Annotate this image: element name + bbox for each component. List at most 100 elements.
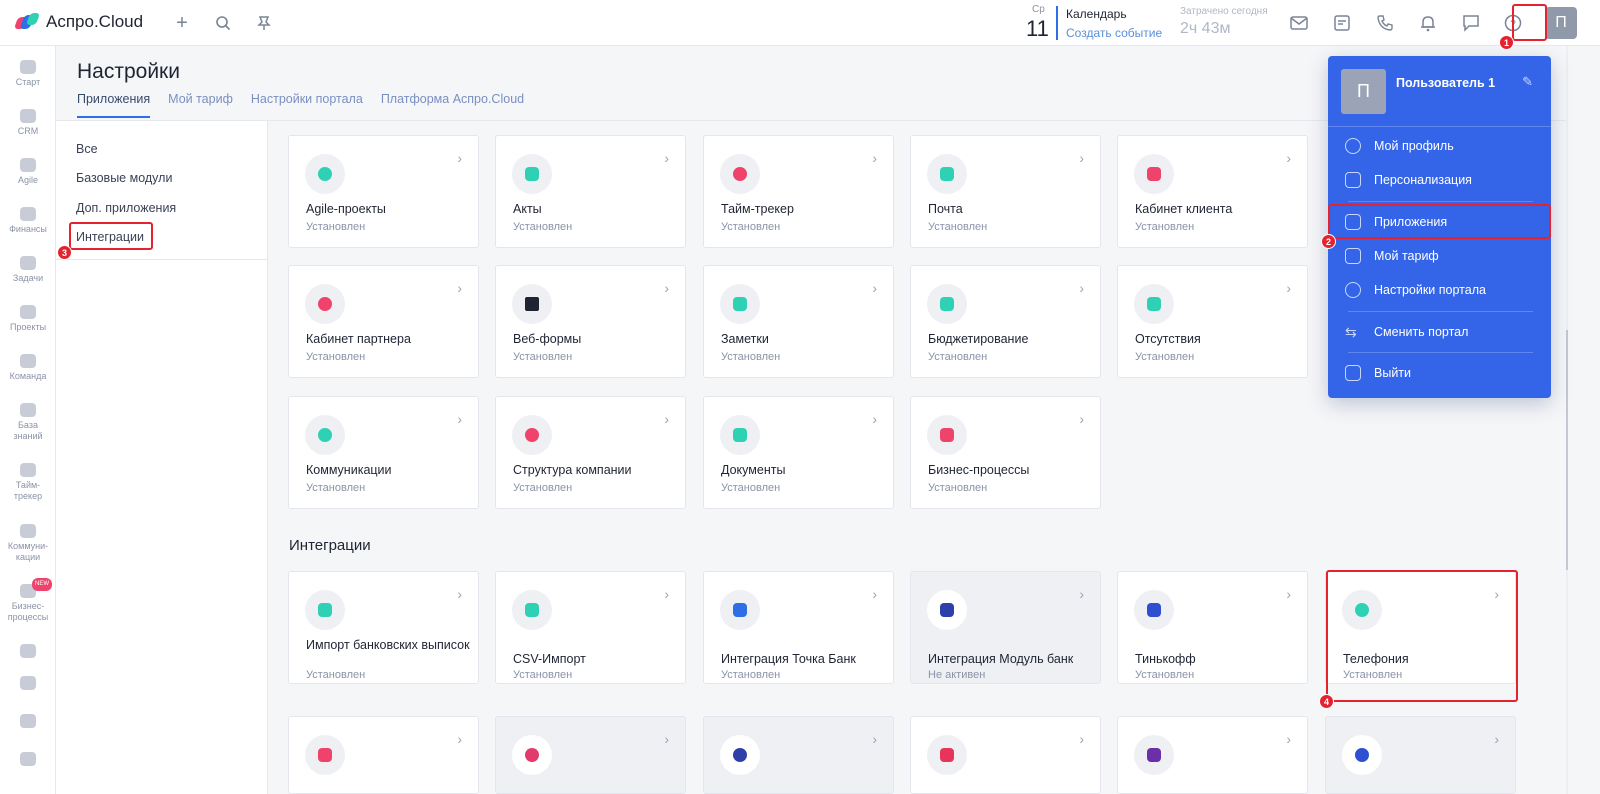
mail-app-icon [927,154,967,194]
integration-card-partial-5[interactable]: › [1117,716,1308,794]
menu-item-logout[interactable]: Выйти [1328,358,1551,388]
tab-platform[interactable]: Платформа Аспро.Cloud [381,92,524,118]
app-name: Документы [721,463,786,477]
business-processes-app-icon [927,415,967,455]
nav-extra-3[interactable] [0,752,56,769]
app-card-agile[interactable]: › Agile-проекты Установлен [288,135,479,248]
menu-item-label: Персонализация [1374,173,1472,187]
integration-card-partial-3[interactable]: › [703,716,894,794]
integration-card-modul-bank[interactable]: › Интеграция Модуль банк Не активен [910,571,1101,684]
menu-item-profile[interactable]: Мой профиль [1328,131,1551,161]
integration-name: Телефония [1343,652,1409,666]
app-card-absences[interactable]: › Отсутствия Установлен [1117,265,1308,378]
tab-portal-settings[interactable]: Настройки портала [251,92,363,118]
chevron-right-icon: › [457,411,462,427]
nav-extra-1[interactable] [0,644,56,661]
menu-item-label: Мой профиль [1374,139,1454,153]
app-card-acts[interactable]: › Акты Установлен [495,135,686,248]
app-card-client-cabinet[interactable]: › Кабинет клиента Установлен [1117,135,1308,248]
app-card-communications[interactable]: › Коммуникации Установлен [288,396,479,509]
nav-extra-2[interactable] [0,676,56,693]
app-name: Кабинет партнера [306,332,411,346]
menu-item-personalization[interactable]: Персонализация [1328,165,1551,195]
app-card-time-tracker[interactable]: › Тайм-трекер Установлен [703,135,894,248]
app-status: Установлен [513,482,573,494]
filter-base-modules[interactable]: Базовые модули [76,171,172,185]
integration-card-partial-2[interactable]: › [495,716,686,794]
filter-extra-apps[interactable]: Доп. приложения [76,201,176,215]
search-icon[interactable] [212,12,234,34]
calendar-weekday: Ср [1032,4,1045,15]
chevron-right-icon: › [872,411,877,427]
pin-icon[interactable] [253,12,275,34]
app-card-documents[interactable]: › Документы Установлен [703,396,894,509]
nav-finance[interactable]: Финансы [0,207,56,235]
notes-app-icon [720,284,760,324]
chevron-right-icon: › [664,731,669,747]
logo-icon [13,13,41,31]
app-logo[interactable]: Аспро.Cloud [13,12,144,32]
chat-icon[interactable] [1460,12,1482,34]
app-status: Установлен [721,221,781,233]
nav-team[interactable]: Команда [0,354,56,382]
app-name: Почта [928,202,963,216]
filter-all[interactable]: Все [76,142,98,156]
communications-icon [20,524,36,538]
menu-item-switch-portal[interactable]: ⇆ Сменить портал [1328,317,1551,347]
integration-card-partial-4[interactable]: › [910,716,1101,794]
menu-item-portal-settings[interactable]: Настройки портала [1328,275,1551,305]
menu-item-label: Настройки портала [1374,283,1486,297]
menu-item-tariff[interactable]: Мой тариф [1328,241,1551,271]
phone-icon[interactable] [1374,12,1396,34]
nav-knowledge-base[interactable]: База знаний [0,403,56,442]
chevron-right-icon: › [1494,586,1499,602]
tab-apps[interactable]: Приложения [77,92,151,118]
nav-settings[interactable] [0,714,56,731]
mail-icon[interactable] [1288,12,1310,34]
plus-icon[interactable]: + [171,12,193,34]
menu-item-apps[interactable]: Приложения [1328,207,1551,237]
nav-projects[interactable]: Проекты [0,305,56,333]
nav-crm[interactable]: CRM [0,109,56,137]
integration-card-bank-import[interactable]: › Импорт банковских выписок Установлен [288,571,479,684]
integration-card-csv-import[interactable]: › CSV-Импорт Установлен [495,571,686,684]
app-card-business-processes[interactable]: › Бизнес-процессы Установлен [910,396,1101,509]
app-card-partner-cabinet[interactable]: › Кабинет партнера Установлен [288,265,479,378]
app-card-budgeting[interactable]: › Бюджетирование Установлен [910,265,1101,378]
app-card-mail[interactable]: › Почта Установлен [910,135,1101,248]
app-status: Установлен [306,482,366,494]
nav-time-tracker[interactable]: Тайм-трекер [0,463,56,502]
app-card-web-forms[interactable]: › Веб-формы Установлен [495,265,686,378]
integration-status: Не активен [928,669,986,681]
nav-agile[interactable]: Agile [0,158,56,186]
scrollbar-thumb[interactable] [1566,330,1568,570]
user-avatar-button[interactable]: П [1545,7,1577,39]
chevron-right-icon: › [457,150,462,166]
edit-icon[interactable]: ✎ [1522,74,1533,90]
integration-card-tinkoff[interactable]: › Тинькофф Установлен [1117,571,1308,684]
menu-user-name: Пользователь 1 [1396,76,1496,90]
integration-card-partial-1[interactable]: › [288,716,479,794]
nav-tasks[interactable]: Задачи [0,256,56,284]
filter-integrations[interactable]: Интеграции [76,230,144,244]
nav-business-processes[interactable]: NEW Бизнес-процессы [0,578,56,623]
integration-card-telephony[interactable]: › Телефония Установлен [1325,571,1516,684]
app-card-company-structure[interactable]: › Структура компании Установлен [495,396,686,509]
chevron-right-icon: › [872,280,877,296]
help-icon[interactable]: ? [1502,12,1524,34]
integration-card-tochka-bank[interactable]: › Интеграция Точка Банк Установлен [703,571,894,684]
logo-text: Аспро.Cloud [46,12,144,31]
integration-status: Установлен [721,669,781,681]
nav-communications[interactable]: Коммуни-кации [0,524,56,563]
menu-item-label: Сменить портал [1374,325,1469,339]
integration-status: Установлен [306,669,366,681]
time-spent-label: Затрачено сегодня [1180,6,1268,17]
notes-icon[interactable] [1331,12,1353,34]
nav-start[interactable]: Старт [0,60,56,88]
communications-app-icon [305,415,345,455]
integration-card-partial-6[interactable]: › [1325,716,1516,794]
tab-tariff[interactable]: Мой тариф [168,92,233,118]
create-event-link[interactable]: Создать событие [1066,26,1162,40]
app-card-notes[interactable]: › Заметки Установлен [703,265,894,378]
bell-icon[interactable] [1417,12,1439,34]
